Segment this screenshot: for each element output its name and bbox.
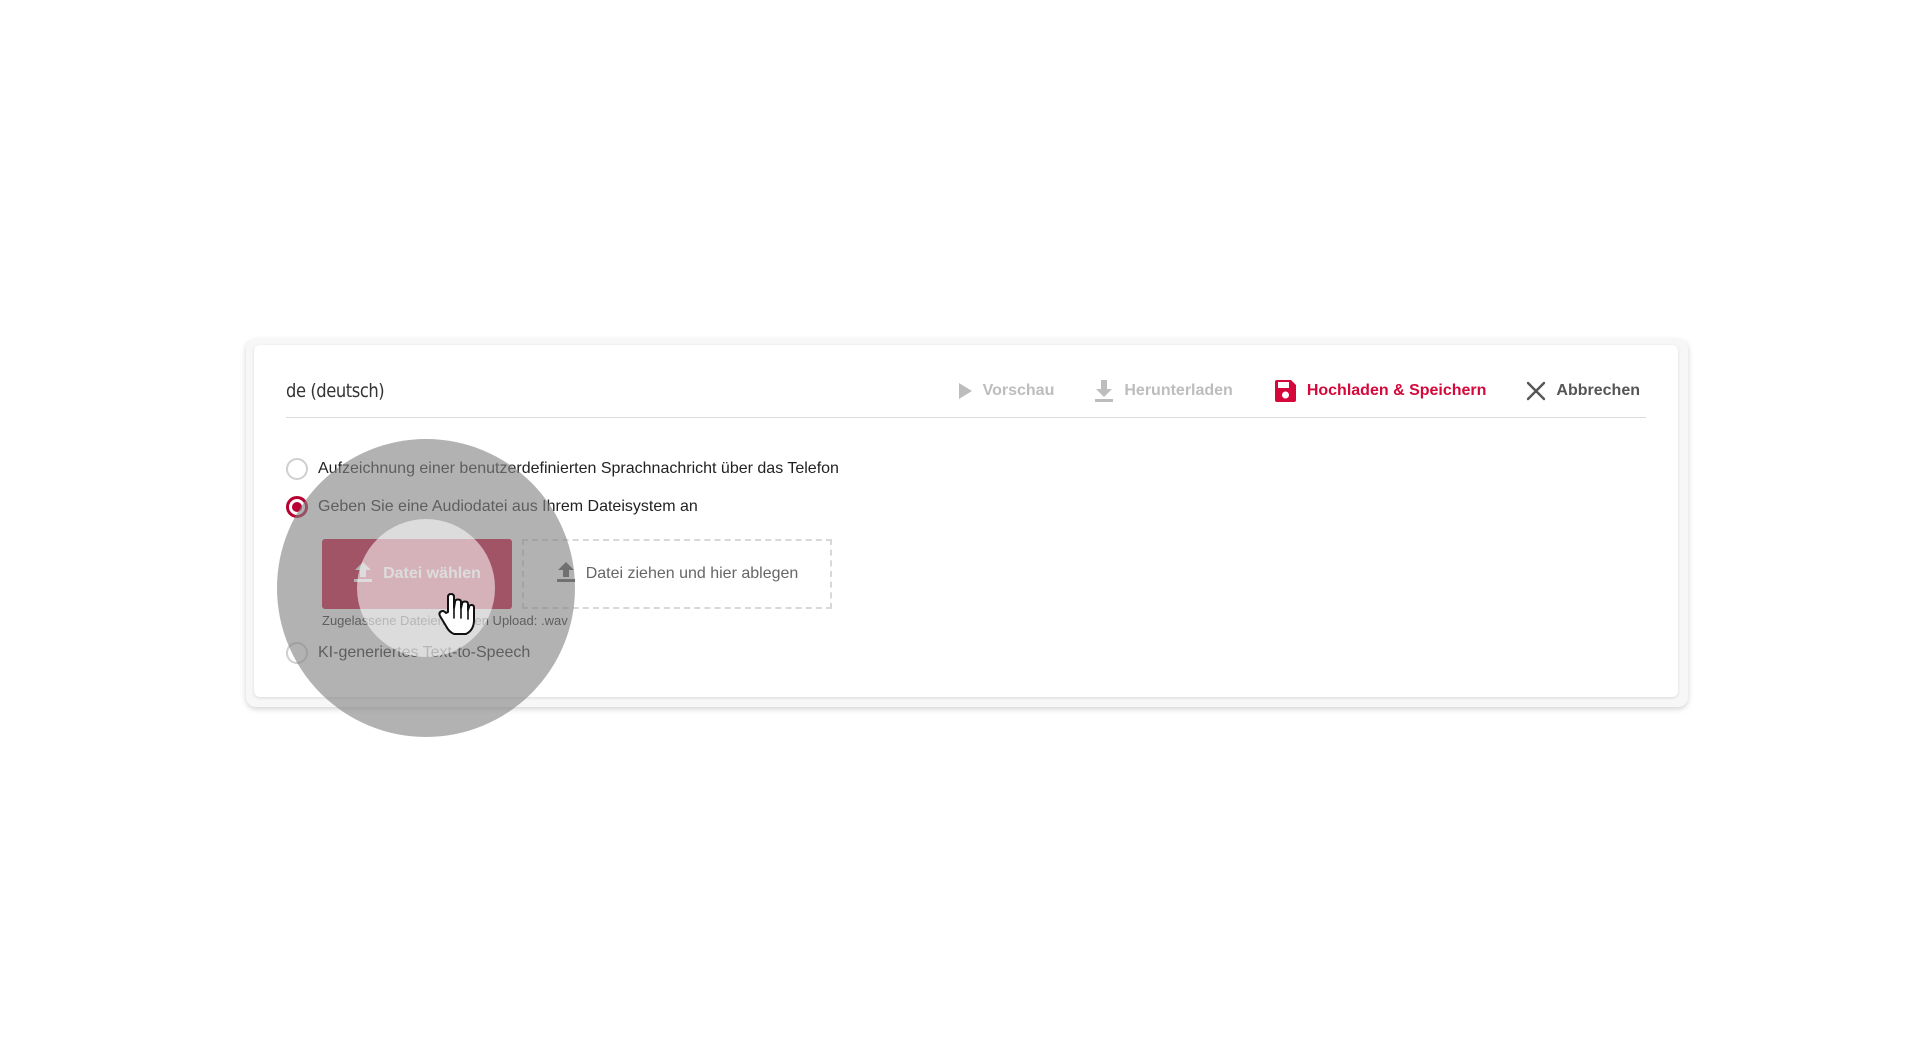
screen: de (deutsch) Vorschau Herunterladen Hoch…: [0, 0, 1920, 1040]
option-file-upload[interactable]: Geben Sie eine Audiodatei aus Ihrem Date…: [286, 496, 839, 518]
drop-zone-label: Datei ziehen und hier ablegen: [585, 565, 799, 582]
download-button[interactable]: Herunterladen: [1094, 379, 1233, 403]
download-label: Herunterladen: [1124, 382, 1233, 399]
upload-icon: [556, 561, 576, 588]
close-icon: [1526, 381, 1546, 401]
preview-label: Vorschau: [982, 382, 1055, 399]
play-icon: [957, 382, 973, 400]
file-drop-zone[interactable]: Datei ziehen und hier ablegen: [522, 539, 832, 609]
tts-label: KI-generiertes Text-to-Speech: [318, 644, 531, 661]
upload-icon: [353, 561, 373, 588]
tts-radio[interactable]: [286, 642, 308, 664]
file-upload-radio[interactable]: [286, 496, 308, 518]
choose-file-label: Datei wählen: [383, 565, 481, 582]
file-upload-label: Geben Sie eine Audiodatei aus Ihrem Date…: [318, 498, 698, 515]
download-icon: [1094, 379, 1114, 403]
cancel-button[interactable]: Abbrechen: [1526, 381, 1640, 401]
allowed-files-hint: Zugelassene Dateien für den Upload: .wav: [322, 613, 568, 628]
preview-button[interactable]: Vorschau: [957, 382, 1055, 400]
option-tts[interactable]: KI-generiertes Text-to-Speech: [286, 642, 530, 664]
phone-recording-radio[interactable]: [286, 458, 308, 480]
upload-save-button[interactable]: Hochladen & Speichern: [1273, 379, 1487, 403]
cancel-label: Abbrechen: [1556, 382, 1640, 399]
audio-editor-card: de (deutsch) Vorschau Herunterladen Hoch…: [254, 345, 1678, 697]
choose-file-button[interactable]: Datei wählen: [322, 539, 512, 609]
phone-recording-label: Aufzeichnung einer benutzerdefinierten S…: [318, 460, 839, 477]
floppy-disk-icon: [1273, 379, 1297, 403]
source-options: Aufzeichnung einer benutzerdefinierten S…: [286, 458, 839, 518]
upload-save-label: Hochladen & Speichern: [1306, 382, 1487, 399]
editor-header: de (deutsch) Vorschau Herunterladen Hoch…: [286, 365, 1646, 418]
option-phone-recording[interactable]: Aufzeichnung einer benutzerdefinierten S…: [286, 458, 839, 480]
language-title: de (deutsch): [286, 380, 385, 402]
file-upload-area: Datei wählen Datei ziehen und hier ableg…: [322, 539, 842, 611]
editor-toolbar: Vorschau Herunterladen Hochladen & Speic…: [957, 379, 1646, 403]
